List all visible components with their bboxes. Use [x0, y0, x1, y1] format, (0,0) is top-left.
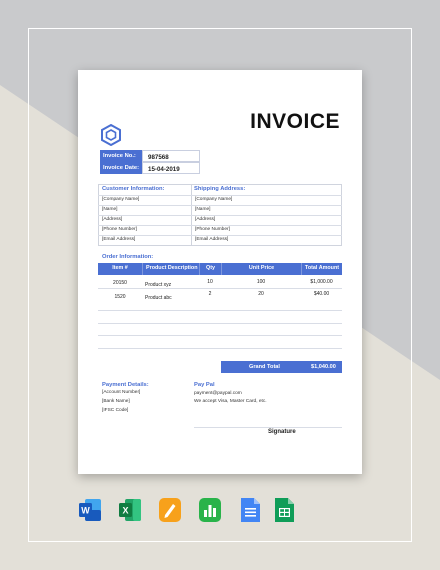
customer-name: [Name] [102, 207, 118, 212]
header-qty: Qty [199, 263, 221, 275]
shipping-address: [Address] [195, 217, 216, 222]
signature-line [194, 427, 342, 428]
row2-qty: 2 [208, 291, 212, 297]
signature-label: Signature [268, 429, 296, 435]
hexagon-logo-icon [101, 124, 121, 146]
word-icon[interactable]: W [78, 497, 102, 523]
row1-total: $1,000.00 [310, 279, 333, 285]
header-total-amount: Total Amount [301, 263, 342, 275]
paypal-email: payment@paypal.com [194, 391, 242, 396]
numbers-icon[interactable] [198, 497, 222, 523]
invoice-no-label: Invoice No.: [100, 150, 142, 162]
pages-icon[interactable] [158, 497, 182, 523]
shipping-email: [Email Address] [195, 237, 229, 242]
row1-qty: 10 [207, 279, 213, 285]
divider [98, 288, 342, 289]
divider [98, 195, 342, 196]
payment-account: [Account Number] [102, 390, 141, 395]
invoice-date-label: Invoice Date: [100, 162, 142, 174]
invoice-title: INVOICE [250, 110, 340, 133]
invoice-no-value: 987568 [142, 150, 200, 162]
divider [98, 348, 342, 349]
customer-heading: Customer Information: [102, 186, 165, 192]
google-sheets-icon[interactable] [272, 497, 296, 523]
payment-ifsc: [IFSC Code] [102, 408, 129, 413]
grand-total-value: $1,040.00 [311, 364, 336, 370]
invoice-page: INVOICE Invoice No.: 987568 Invoice Date… [78, 70, 362, 474]
excel-icon[interactable]: X [118, 497, 142, 523]
customer-company: [Company Name] [102, 197, 140, 202]
paypal-note: We accept Visa, Master Card, etc. [194, 399, 267, 404]
divider [98, 335, 342, 336]
row2-item: 1520 [114, 294, 126, 300]
row2-description: Product abc [145, 295, 172, 301]
divider [98, 323, 342, 324]
grand-total-label: Grand Total [249, 364, 280, 370]
paypal-heading: Pay Pal [194, 382, 215, 388]
row1-unit-price: 100 [256, 279, 266, 285]
header-item: Item # [98, 263, 142, 275]
divider [98, 205, 342, 206]
shipping-heading: Shipping Address: [194, 186, 246, 192]
order-heading: Order Information: [102, 254, 154, 260]
customer-phone: [Phone Number] [102, 227, 137, 232]
customer-address: [Address] [102, 217, 123, 222]
payment-bank: [Bank Name] [102, 399, 130, 404]
grand-total-bar: Grand Total $1,040.00 [221, 361, 342, 373]
row2-total: $40.00 [313, 291, 330, 297]
svg-text:X: X [122, 506, 128, 516]
svg-text:W: W [81, 506, 90, 516]
row1-item: 20150 [113, 280, 127, 286]
row2-unit-price: 20 [258, 291, 264, 297]
divider [98, 235, 342, 236]
header-description: Product Description [142, 263, 199, 275]
invoice-date-value: 15-04-2019 [142, 162, 200, 174]
payment-heading: Payment Details: [102, 382, 149, 388]
divider [98, 215, 342, 216]
shipping-phone: [Phone Number] [195, 227, 230, 232]
google-docs-icon[interactable] [238, 497, 262, 523]
shipping-company: [Company Name] [195, 197, 233, 202]
divider [98, 225, 342, 226]
header-unit-price: Unit Price [221, 263, 301, 275]
divider [98, 310, 342, 311]
shipping-name: [Name] [195, 207, 211, 212]
customer-email: [Email Address] [102, 237, 136, 242]
